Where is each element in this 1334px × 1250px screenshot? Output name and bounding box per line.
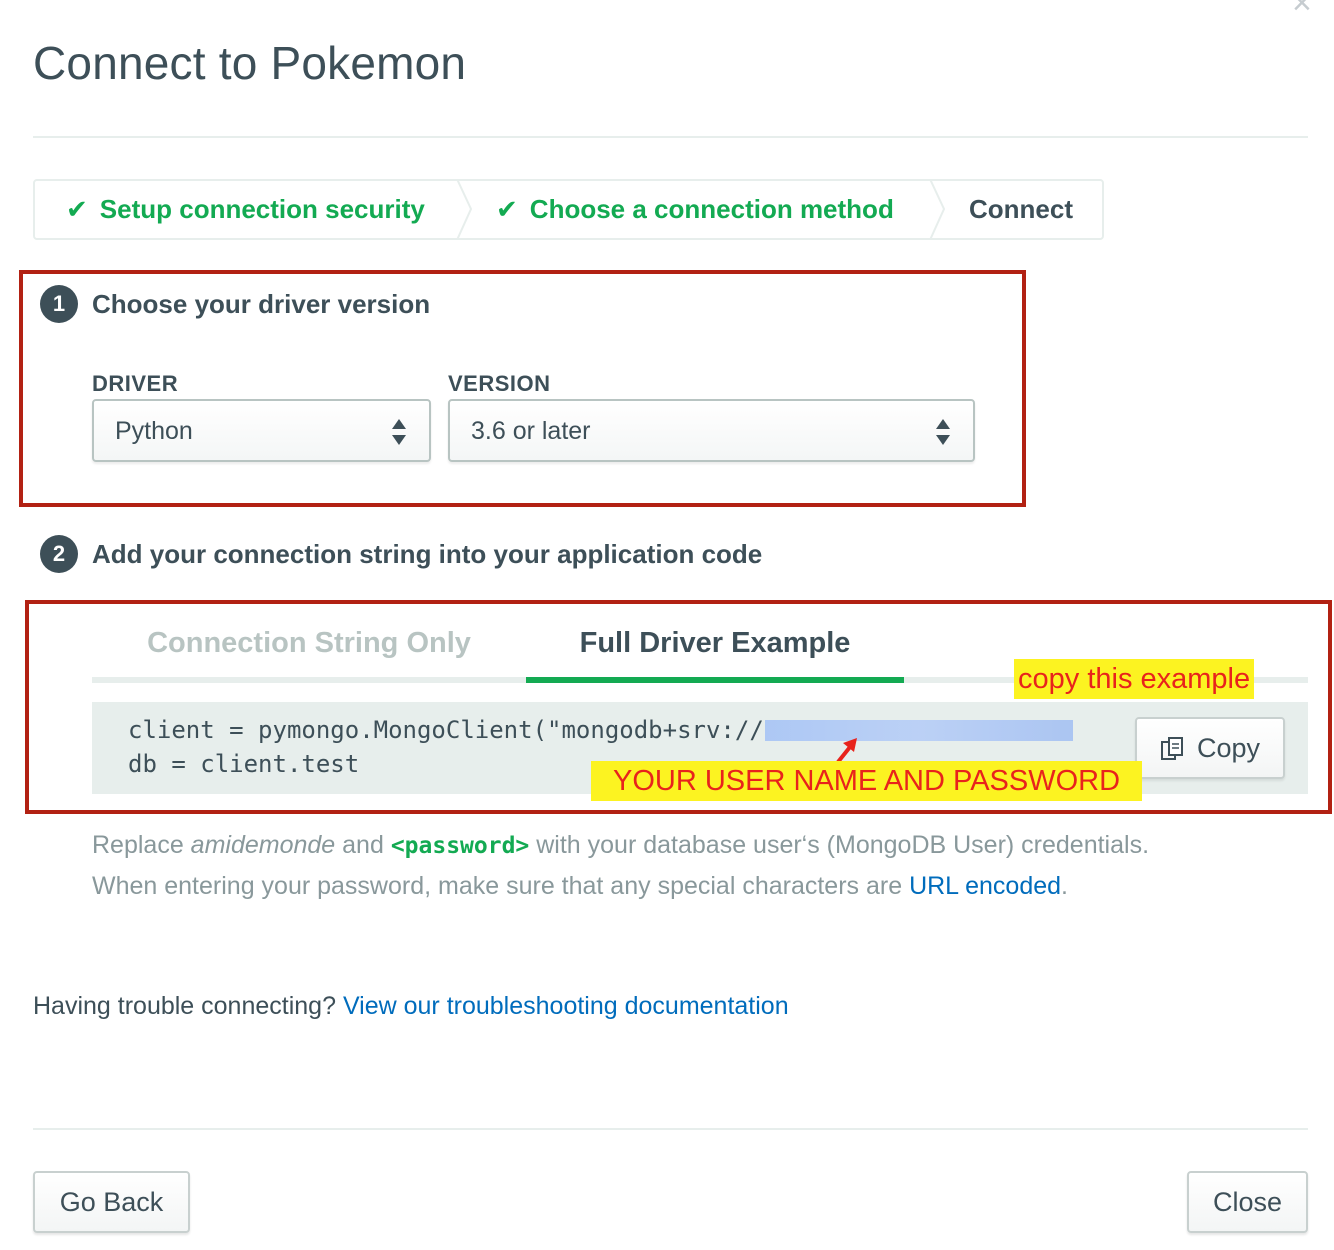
- help-line-2: When entering your password, make sure t…: [92, 872, 1068, 900]
- tab-connection-string-only[interactable]: Connection String Only: [92, 604, 526, 686]
- step-setup-security[interactable]: ✔ Setup connection security: [66, 181, 425, 238]
- step-label: Connect: [969, 194, 1073, 224]
- step-connect[interactable]: Connect: [969, 181, 1073, 238]
- modal-title: Connect to Pokemon: [33, 37, 467, 89]
- code-line-1: client = pymongo.MongoClient("mongodb+sr…: [128, 716, 764, 744]
- redacted-credentials: [765, 720, 1073, 741]
- step-separator: [455, 179, 475, 240]
- version-select[interactable]: 3.6 or later: [448, 399, 975, 462]
- driver-label: DRIVER: [92, 371, 179, 396]
- tab-full-driver-example[interactable]: Full Driver Example: [526, 604, 904, 686]
- step-label: Setup connection security: [99, 194, 425, 224]
- code-line-2: db = client.test: [128, 750, 360, 778]
- url-encoded-link[interactable]: URL encoded: [909, 872, 1061, 900]
- copy-icon: [1161, 737, 1183, 760]
- select-arrows-icon: [936, 419, 950, 445]
- driver-select[interactable]: Python: [92, 399, 431, 462]
- close-icon[interactable]: ×: [1292, 0, 1322, 20]
- step-separator: [928, 179, 948, 240]
- section-heading-driver: Choose your driver version: [92, 289, 431, 319]
- select-arrows-icon: [392, 419, 406, 445]
- copy-button[interactable]: Copy: [1135, 717, 1285, 779]
- close-button[interactable]: Close: [1187, 1171, 1308, 1233]
- step-label: Choose a connection method: [529, 194, 894, 224]
- version-label: VERSION: [448, 371, 551, 396]
- driver-value: Python: [115, 417, 193, 445]
- step-number-badge: 2: [40, 535, 78, 573]
- annotation-credentials-note: YOUR USER NAME AND PASSWORD: [591, 761, 1143, 801]
- title-divider: [33, 136, 1308, 138]
- help-line-1: Replace amidemonde and <password> with y…: [92, 831, 1150, 859]
- check-icon: ✔: [66, 194, 88, 224]
- version-value: 3.6 or later: [471, 417, 591, 445]
- step-number-badge: 1: [40, 285, 78, 323]
- check-icon: ✔: [496, 194, 518, 224]
- troubleshooting-link[interactable]: View our troubleshooting documentation: [343, 992, 789, 1020]
- help-text: Replace amidemonde and <password> with y…: [92, 825, 1322, 906]
- trouble-text: Having trouble connecting? View our trou…: [33, 992, 789, 1020]
- section-heading-connection: Add your connection string into your app…: [92, 539, 763, 569]
- wizard-steps: ✔ Setup connection security ✔ Choose a con…: [33, 179, 1104, 240]
- annotation-copy-note: copy this example: [1014, 659, 1255, 699]
- go-back-button[interactable]: Go Back: [33, 1171, 190, 1233]
- active-tab-indicator: [526, 677, 904, 683]
- step-connection-method[interactable]: ✔ Choose a connection method: [496, 181, 894, 238]
- copy-label: Copy: [1197, 733, 1261, 763]
- footer-divider: [33, 1128, 1308, 1130]
